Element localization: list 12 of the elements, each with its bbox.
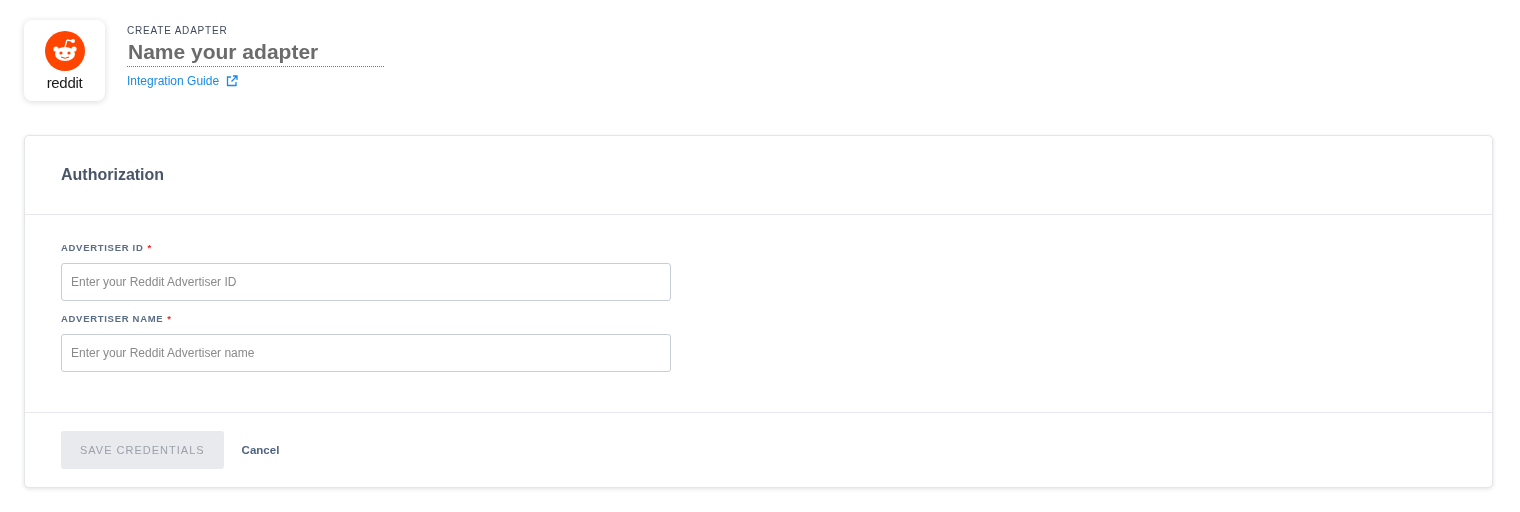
input-field[interactable]: Enter your Reddit Advertiser ID xyxy=(61,263,671,301)
logo-wordmark: reddit xyxy=(46,73,83,91)
field-label: ADVERTISER NAME * xyxy=(61,313,172,324)
external-link-icon xyxy=(226,75,239,87)
cancel-link[interactable]: Cancel xyxy=(241,444,280,456)
field-label: ADVERTISER ID * xyxy=(61,242,152,253)
input-field[interactable]: Enter your Reddit Advertiser name xyxy=(61,334,671,372)
page-eyebrow: CREATE ADAPTER xyxy=(127,25,229,36)
alien-logo-icon xyxy=(44,30,85,71)
section-title: Authorization xyxy=(61,166,165,184)
integration-guide-link[interactable]: Integration Guide xyxy=(127,74,239,88)
adapter-name-field[interactable]: Name your adapter xyxy=(127,40,384,67)
